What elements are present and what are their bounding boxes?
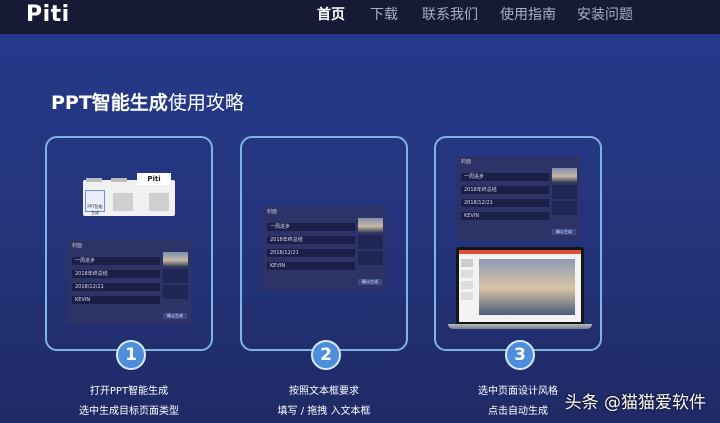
app-mockup: Piti PPT智能生成	[83, 173, 175, 216]
form-field: 2018年终总结	[267, 236, 355, 244]
step-number-badge: 3	[505, 340, 535, 370]
page-type-thumbnail[interactable]	[113, 193, 133, 211]
caption-line: 打开PPT智能生成	[89, 386, 169, 397]
image-slot	[163, 269, 188, 283]
laptop-base	[448, 324, 592, 329]
form-field: KEVIN	[461, 212, 549, 220]
caption-line: 按照文本框要求	[289, 386, 359, 397]
image-slot	[358, 251, 383, 265]
form-header: 封面	[267, 209, 278, 215]
generated-slide	[479, 259, 575, 315]
nav-guide[interactable]: 使用指南	[500, 4, 556, 24]
laptop-preview	[456, 247, 584, 325]
step-number-badge: 2	[311, 340, 341, 370]
generate-button-preview: 确认生成	[552, 229, 576, 235]
page-title: PPT智能生成使用攻略	[51, 88, 244, 115]
nav-home[interactable]: 首页	[317, 4, 345, 24]
mockup-tab	[86, 178, 102, 182]
step-caption-2: 按照文本框要求 填写 / 拖拽 入文本框	[234, 382, 414, 422]
image-slot	[552, 185, 577, 199]
slide-thumb	[461, 259, 473, 267]
step-number-badge: 1	[116, 340, 146, 370]
step-card-3: 封面 一周进步 2018年终总结 2018/12/21 KEVIN 确认生成	[434, 136, 602, 351]
form-field: KEVIN	[267, 262, 355, 270]
ppt-smart-doc-icon[interactable]: PPT智能生成	[85, 190, 105, 215]
page-type-thumbnail[interactable]	[149, 193, 169, 211]
form-field: 2018/12/21	[267, 249, 355, 257]
cover-image-thumb	[358, 218, 383, 233]
caption-line: 填写 / 拖拽 入文本框	[277, 406, 371, 417]
nav-install-issues[interactable]: 安装问题	[577, 4, 633, 24]
title-rest: 使用攻略	[167, 92, 244, 114]
nav-contact[interactable]: 联系我们	[422, 4, 478, 24]
mockup-tab	[111, 178, 127, 182]
watermark: 头条 @猫猫爱软件	[564, 393, 706, 413]
form-field: 一周进步	[267, 223, 355, 231]
form-field: 2018/12/21	[72, 283, 160, 291]
slide-thumb	[461, 292, 473, 300]
generate-button-preview: 确认生成	[163, 313, 187, 319]
form-field: 一周进步	[72, 257, 160, 265]
slide-thumb	[461, 281, 473, 289]
cover-form-preview: 封面 一周进步 2018年终总结 2018/12/21 KEVIN 确认生成	[262, 206, 386, 290]
cover-image-thumb	[552, 168, 577, 183]
form-field: 2018年终总结	[461, 186, 549, 194]
doc-label: PPT智能生成	[87, 204, 103, 215]
image-slot	[358, 235, 383, 249]
image-slot	[163, 285, 188, 299]
caption-line: 选中生成目标页面类型	[79, 406, 179, 417]
top-navigation-bar: Piti 首页 下载 联系我们 使用指南 安装问题	[0, 0, 720, 34]
form-field: 一周进步	[461, 173, 549, 181]
step-caption-1: 打开PPT智能生成 选中生成目标页面类型	[39, 382, 219, 422]
generate-button-preview: 确认生成	[358, 279, 382, 285]
step-card-1: Piti PPT智能生成 封面 一周进步 2018年终总结 2018/12/21…	[45, 136, 213, 351]
form-field: 2018/12/21	[461, 199, 549, 207]
cover-form-preview: 封面 一周进步 2018年终总结 2018/12/21 KEVIN 确认生成	[456, 156, 580, 240]
image-slot	[552, 201, 577, 215]
laptop-screen	[459, 250, 581, 322]
form-header: 封面	[461, 159, 472, 165]
slide-thumb	[461, 270, 473, 278]
piti-logo[interactable]: Piti	[26, 2, 70, 27]
cover-image-thumb	[163, 252, 188, 267]
cover-form-preview: 封面 一周进步 2018年终总结 2018/12/21 KEVIN 确认生成	[67, 240, 191, 324]
title-bold: PPT智能生成	[51, 92, 168, 114]
form-field: 2018年终总结	[72, 270, 160, 278]
form-header: 封面	[72, 243, 83, 249]
piti-tab: Piti	[137, 173, 171, 185]
form-field: KEVIN	[72, 296, 160, 304]
step-card-2: 封面 一周进步 2018年终总结 2018/12/21 KEVIN 确认生成	[240, 136, 408, 351]
nav-download[interactable]: 下载	[370, 4, 398, 24]
ppt-toolbar	[459, 254, 581, 256]
